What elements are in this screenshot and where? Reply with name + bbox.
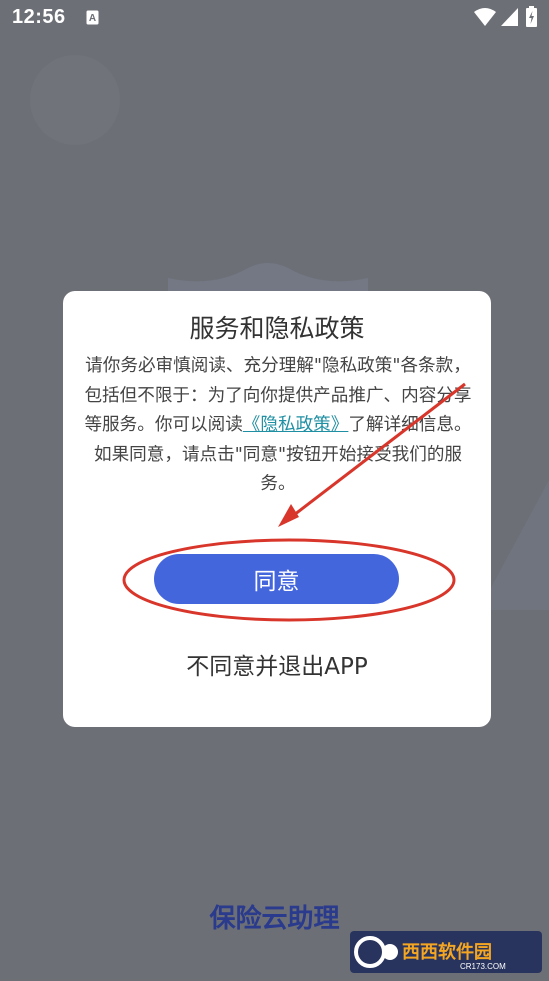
- keyboard-a-icon: A: [86, 10, 99, 25]
- watermark-brand: 西西软件园: [402, 941, 492, 963]
- privacy-dialog: 服务和隐私政策 请你务必审慎阅读、充分理解"隐私政策"各条款，包括但不限于：为了…: [63, 291, 491, 727]
- screen: 12:56 A 服务和隐私政策 请你务必审慎阅读、充分理解"隐私政策"各条款，包…: [0, 0, 549, 981]
- watermark-url: CR173.COM: [460, 962, 506, 971]
- agree-button[interactable]: 同意: [154, 554, 399, 604]
- signal-icon: [501, 8, 518, 26]
- app-name: 保险云助理: [209, 904, 340, 934]
- dialog-body: 请你务必审慎阅读、充分理解"隐私政策"各条款，包括但不限于：为了向你提供产品推广…: [83, 352, 473, 500]
- watermark-logo: 西西软件园 CR173.COM: [350, 931, 542, 973]
- background-decoration: [30, 55, 120, 145]
- decline-exit-button[interactable]: 不同意并退出APP: [63, 647, 491, 681]
- wifi-icon: [474, 8, 496, 26]
- dialog-title: 服务和隐私政策: [189, 314, 365, 343]
- status-bar: 12:56 A: [0, 0, 549, 36]
- keyboard-a-letter: A: [89, 13, 96, 24]
- status-time: 12:56: [12, 6, 66, 28]
- battery-charging-icon: [526, 6, 537, 27]
- privacy-policy-link[interactable]: 《隐私政策》: [243, 415, 349, 435]
